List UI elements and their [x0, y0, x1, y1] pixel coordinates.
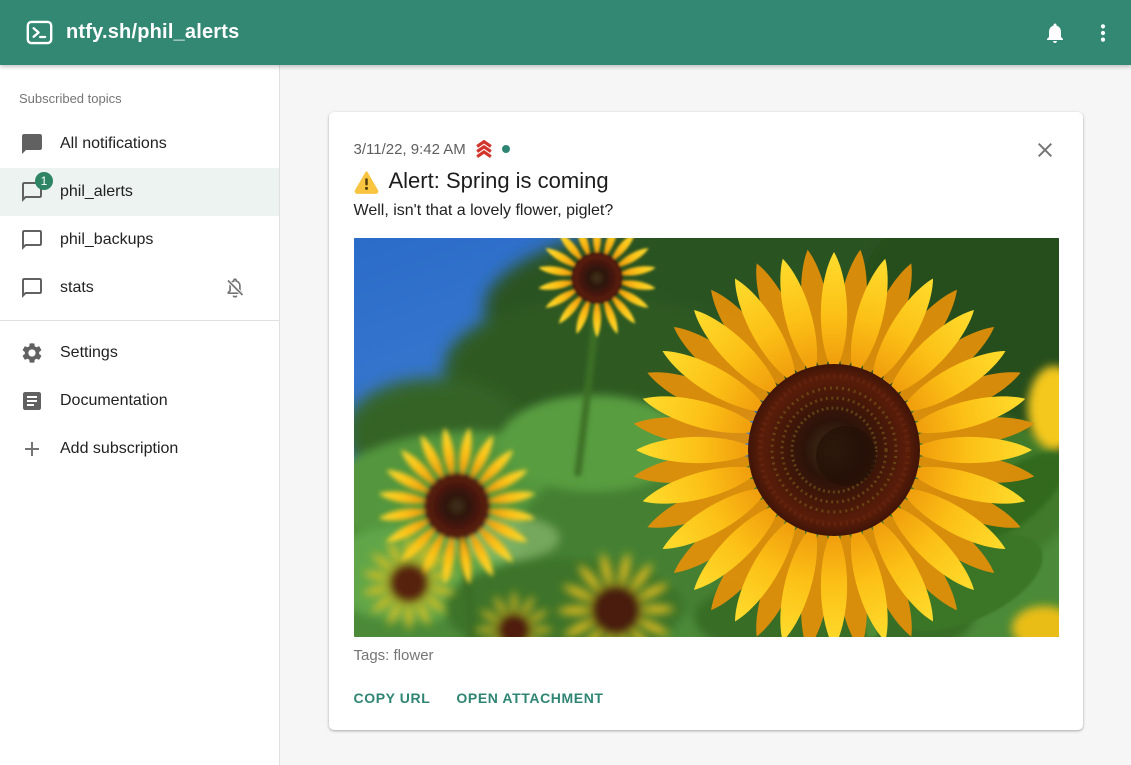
gear-icon [20, 341, 44, 365]
sidebar-item-stats[interactable]: stats [0, 264, 279, 312]
ntfy-terminal-logo-icon [26, 19, 53, 46]
sidebar-item-label: phil_alerts [60, 183, 133, 201]
article-icon [20, 389, 44, 413]
subscribed-topics-label: Subscribed topics [0, 81, 279, 120]
main-content: 3/11/22, 9:42 AM [280, 65, 1131, 765]
chat-bubble-filled-icon [20, 132, 44, 156]
sidebar-item-label: All notifications [60, 135, 167, 153]
warning-emoji-icon [354, 169, 379, 194]
app-bar: ntfy.sh/phil_alerts [0, 0, 1131, 65]
sidebar-item-phil-alerts[interactable]: 1 phil_alerts [0, 168, 279, 216]
sidebar-divider [0, 320, 279, 321]
sidebar-item-settings[interactable]: Settings [0, 329, 279, 377]
chat-bubble-outline-icon [20, 228, 44, 252]
chat-bubble-outline-icon: 1 [20, 180, 44, 204]
sidebar-item-documentation[interactable]: Documentation [0, 377, 279, 425]
plus-icon [20, 437, 44, 461]
sidebar-item-add-subscription[interactable]: Add subscription [0, 425, 279, 473]
sidebar-item-label: stats [60, 279, 94, 297]
close-icon[interactable] [1033, 138, 1057, 162]
notification-title-row: Alert: Spring is coming [354, 168, 1059, 194]
notification-title: Alert: Spring is coming [389, 168, 609, 194]
notification-meta: 3/11/22, 9:42 AM [354, 138, 1059, 160]
priority-high-icon [473, 138, 495, 160]
appbar-actions [1043, 21, 1115, 45]
copy-url-button[interactable]: COPY URL [354, 690, 431, 706]
open-attachment-button[interactable]: OPEN ATTACHMENT [456, 690, 603, 706]
chat-bubble-outline-icon [20, 276, 44, 300]
tags-line: Tags: flower [354, 647, 1059, 664]
timestamp: 3/11/22, 9:42 AM [354, 141, 466, 158]
sidebar-item-all-notifications[interactable]: All notifications [0, 120, 279, 168]
sidebar-item-label: phil_backups [60, 231, 153, 249]
card-actions: COPY URL OPEN ATTACHMENT [354, 690, 1059, 706]
sidebar: Subscribed topics All notifications 1 ph… [0, 65, 280, 765]
notifications-off-icon[interactable] [223, 276, 247, 300]
sidebar-item-label: Settings [60, 344, 118, 362]
overflow-menu-icon[interactable] [1091, 21, 1115, 45]
notifications-bell-icon[interactable] [1043, 21, 1067, 45]
sidebar-item-phil-backups[interactable]: phil_backups [0, 216, 279, 264]
sidebar-item-label: Documentation [60, 392, 168, 410]
unread-dot-icon [502, 145, 510, 153]
sidebar-item-label: Add subscription [60, 440, 178, 458]
page-title: ntfy.sh/phil_alerts [66, 21, 239, 44]
attachment-image[interactable] [354, 238, 1059, 637]
unread-count-badge: 1 [35, 172, 53, 190]
notification-card: 3/11/22, 9:42 AM [329, 112, 1083, 730]
notification-message: Well, isn't that a lovely flower, piglet… [354, 202, 1059, 220]
